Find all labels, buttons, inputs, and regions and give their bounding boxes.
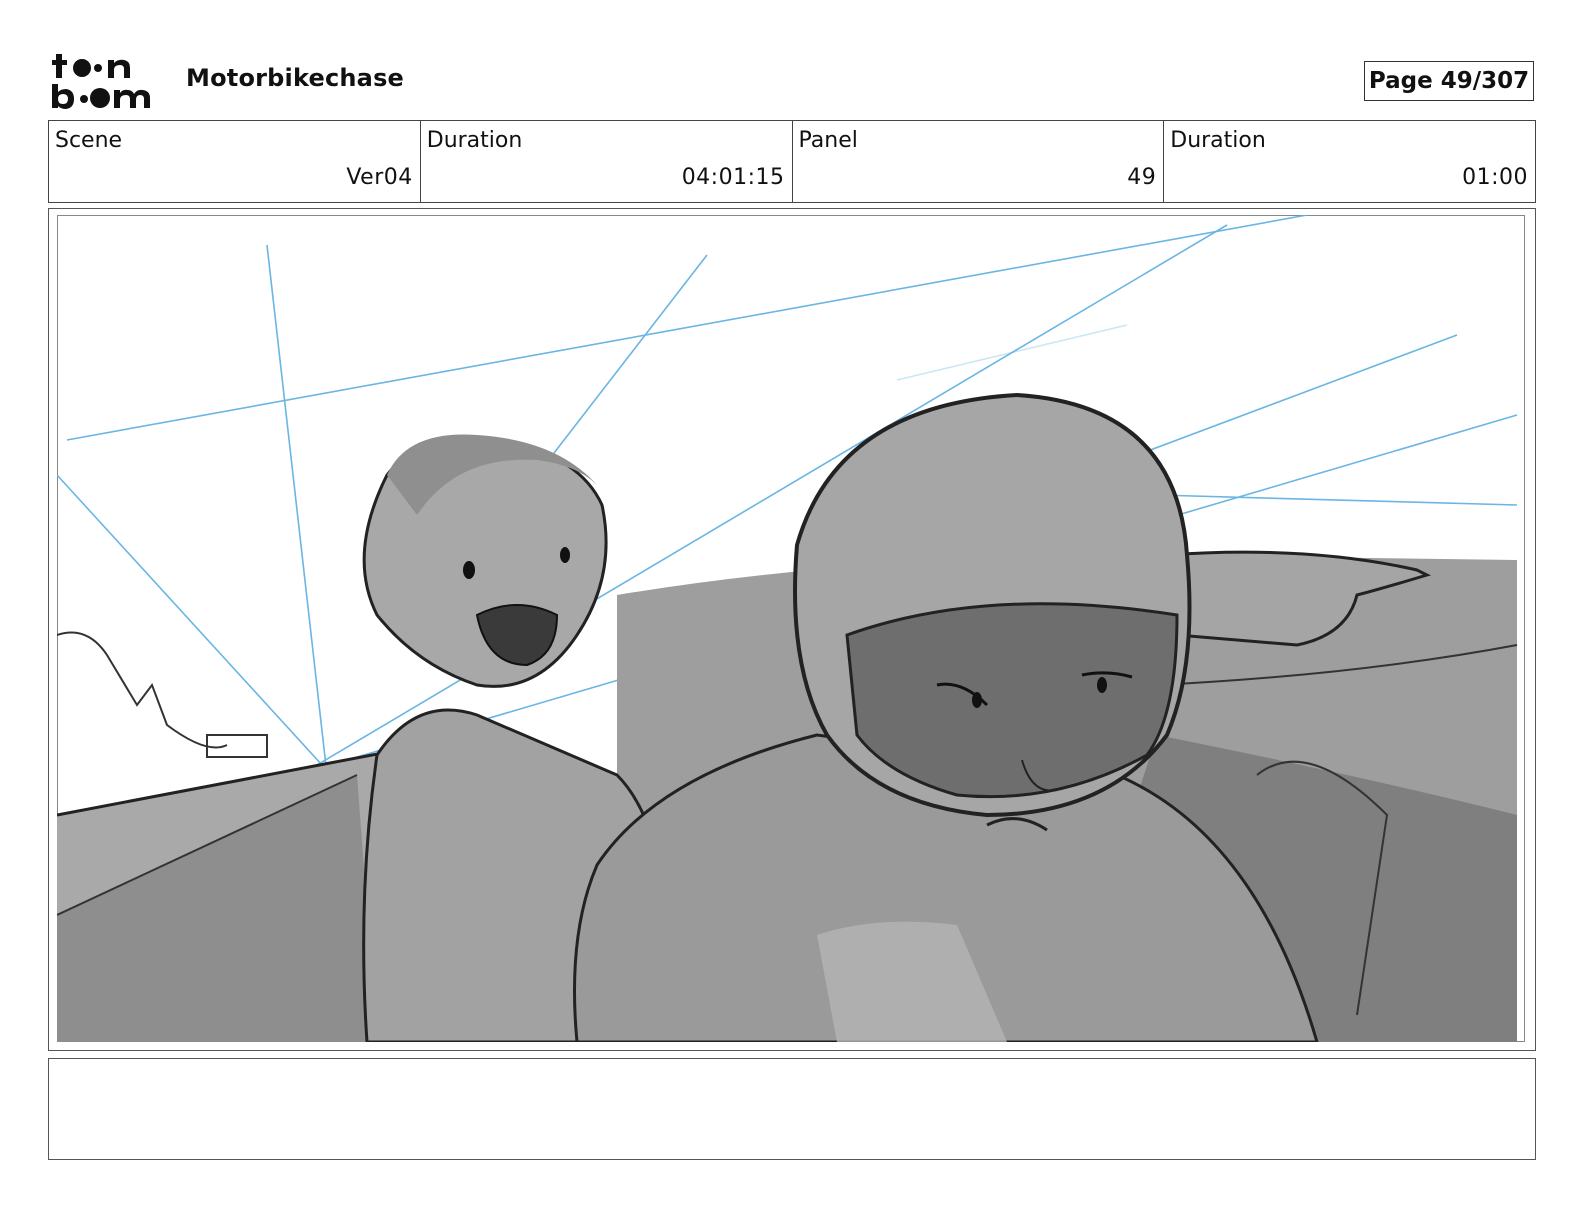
scene-cell: Scene Ver04 [49, 121, 421, 202]
panel-cell: Panel 49 [793, 121, 1165, 202]
scene-label: Scene [55, 128, 123, 153]
panel-info-table: Scene Ver04 Duration 04:01:15 Panel 49 D… [48, 120, 1536, 203]
project-title: Motorbikechase [186, 64, 405, 92]
panel-duration-cell: Duration 01:00 [1164, 121, 1535, 202]
panel-label: Panel [798, 128, 858, 153]
toonboom-logo [52, 54, 150, 109]
panel-frame [48, 208, 1536, 1051]
panel-duration-label: Duration [1170, 128, 1266, 153]
panel-duration-value: 01:00 [1462, 165, 1528, 190]
panel-notes-box [48, 1058, 1536, 1160]
page-label: Page [1368, 68, 1433, 94]
page-number: 49/307 [1440, 68, 1530, 94]
storyboard-sketch-image [57, 215, 1525, 1042]
scene-duration-cell: Duration 04:01:15 [421, 121, 793, 202]
panel-value: 49 [1127, 165, 1157, 190]
scene-duration-label: Duration [426, 128, 523, 153]
scene-duration-value: 04:01:15 [681, 165, 785, 190]
scene-value: Ver04 [346, 165, 413, 190]
page-indicator: Page 49/307 [1364, 61, 1534, 101]
